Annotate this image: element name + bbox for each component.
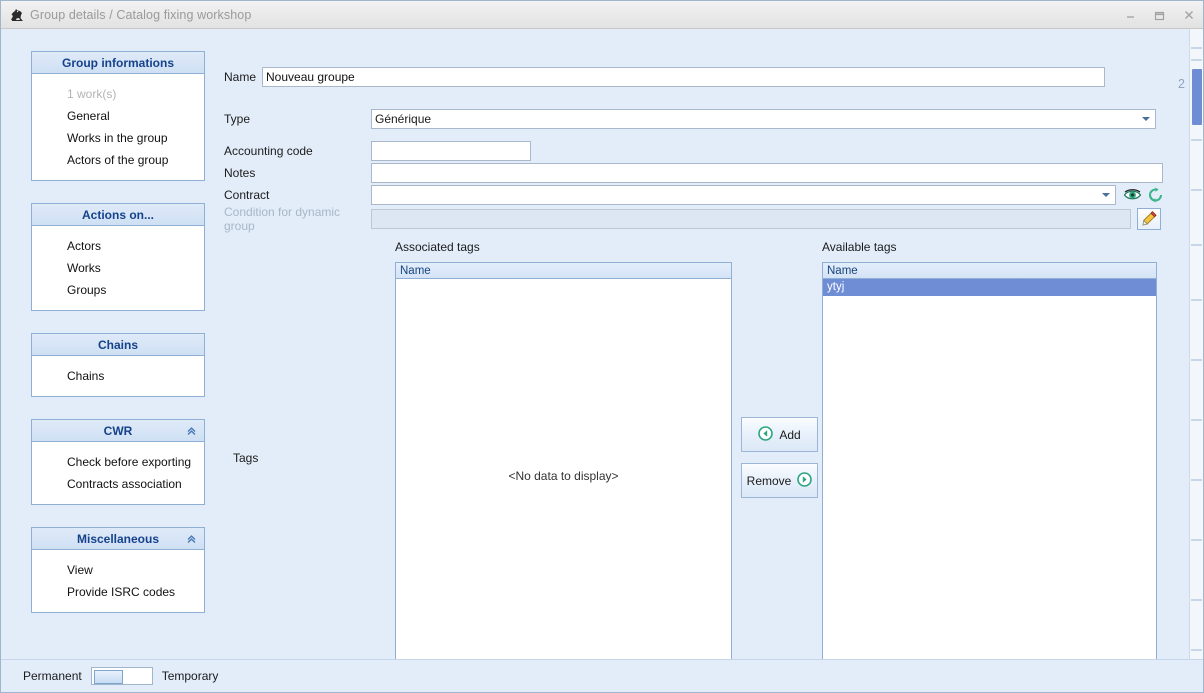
panel-body: 1 work(s) General Works in the group Act… — [32, 74, 204, 180]
panel-body: Check before exporting Contracts associa… — [32, 442, 204, 504]
panel-title: Miscellaneous — [76, 531, 160, 546]
sidebar-item-chains[interactable]: Chains — [32, 365, 204, 387]
remove-button-label: Remove — [746, 473, 792, 488]
maximize-icon[interactable] — [1145, 2, 1174, 28]
available-tags-grid[interactable]: Name ytyj — [822, 262, 1157, 659]
accounting-code-label: Accounting code — [224, 143, 313, 158]
chevron-down-icon — [1142, 116, 1150, 121]
notes-label: Notes — [224, 165, 256, 180]
accounting-code-input[interactable] — [371, 140, 531, 161]
contract-label: Contract — [224, 187, 270, 202]
panel-header-cwr[interactable]: CWR — [32, 420, 204, 442]
window-controls — [1116, 1, 1203, 29]
panel-header-actions-on[interactable]: Actions on... — [32, 204, 204, 226]
sidebar-item-view[interactable]: View — [32, 559, 204, 581]
sidebar-item-actors-of-the-group[interactable]: Actors of the group — [32, 149, 204, 171]
refresh-icon[interactable] — [1147, 187, 1164, 203]
record-counter: 2 — [1178, 77, 1185, 91]
available-tags-caption: Available tags — [822, 240, 897, 254]
field-type: Type Générique — [224, 108, 1203, 129]
associated-tags-empty-message: <No data to display> — [508, 469, 619, 483]
associated-tags-column-name[interactable]: Name — [396, 263, 731, 279]
pencil-icon[interactable] — [1137, 207, 1161, 230]
chevron-up-double-icon[interactable] — [185, 532, 198, 545]
close-icon[interactable] — [1174, 2, 1203, 28]
name-label: Name — [224, 70, 257, 84]
sidebar: Group informations 1 work(s) General Wor… — [1, 29, 219, 659]
panel-miscellaneous: Miscellaneous View Provide ISRC codes — [31, 527, 205, 613]
scrollbar-thumb[interactable] — [1192, 69, 1202, 125]
panel-actions-on: Actions on... Actors Works Groups — [31, 203, 205, 311]
panel-body: Actors Works Groups — [32, 226, 204, 310]
eye-icon[interactable] — [1123, 187, 1142, 202]
footer-bar: Permanent Temporary — [1, 659, 1203, 692]
panel-body: Chains — [32, 356, 204, 396]
main-content: Name 2 Type Générique Accounting code — [219, 29, 1203, 659]
chevron-up-double-icon[interactable] — [185, 424, 198, 437]
add-button-label: Add — [779, 427, 801, 442]
horse-icon — [7, 6, 25, 24]
associated-tags-rows: <No data to display> — [396, 279, 731, 659]
window-title: Group details / Catalog fixing workshop — [30, 7, 252, 22]
sidebar-item-general[interactable]: General — [32, 105, 204, 127]
panel-header-miscellaneous[interactable]: Miscellaneous — [32, 528, 204, 550]
tags-section-label: Tags — [233, 451, 259, 465]
panel-title: Group informations — [62, 55, 174, 70]
panel-chains: Chains Chains — [31, 333, 205, 397]
available-tags-column-name[interactable]: Name — [823, 263, 1156, 279]
panel-group-informations: Group informations 1 work(s) General Wor… — [31, 51, 205, 181]
panel-title: CWR — [103, 423, 133, 438]
type-selected-value: Générique — [375, 111, 432, 126]
associated-tags-caption: Associated tags — [395, 240, 480, 254]
notes-input[interactable] — [371, 162, 1163, 183]
contract-select[interactable] — [371, 184, 1116, 205]
sidebar-item-provide-isrc-codes[interactable]: Provide ISRC codes — [32, 581, 204, 603]
sidebar-item-actors[interactable]: Actors — [32, 235, 204, 257]
panel-cwr: CWR Check before exporting Contracts ass… — [31, 419, 205, 505]
panel-header-group-informations[interactable]: Group informations — [32, 52, 204, 74]
name-row: Name — [224, 67, 1105, 87]
minimize-icon[interactable] — [1116, 2, 1145, 28]
type-label: Type — [224, 111, 251, 126]
sidebar-item-works[interactable]: Works — [32, 257, 204, 279]
available-tags-rows: ytyj — [823, 279, 1156, 659]
arrow-right-circle-icon — [797, 471, 813, 490]
arrow-left-circle-icon — [758, 425, 774, 444]
list-item[interactable]: ytyj — [823, 279, 1156, 296]
titlebar: Group details / Catalog fixing workshop — [1, 1, 1203, 29]
type-select[interactable]: Générique — [371, 108, 1156, 129]
name-input[interactable] — [262, 67, 1105, 87]
field-accounting-code: Accounting code — [224, 140, 1203, 161]
condition-input — [371, 208, 1131, 229]
field-contract: Contract — [224, 184, 1203, 205]
sidebar-item-check-before-exporting[interactable]: Check before exporting — [32, 451, 204, 473]
vertical-scrollbar[interactable] — [1189, 29, 1203, 659]
toggle-knob[interactable] — [93, 670, 123, 684]
panel-body: View Provide ISRC codes — [32, 550, 204, 612]
associated-tags-grid[interactable]: Name <No data to display> — [395, 262, 732, 659]
permanent-label: Permanent — [23, 669, 82, 683]
remove-button[interactable]: Remove — [741, 463, 818, 498]
temporary-label: Temporary — [161, 669, 219, 683]
body-area: Group informations 1 work(s) General Wor… — [1, 29, 1203, 659]
field-notes: Notes — [224, 162, 1203, 183]
sidebar-item-contracts-association[interactable]: Contracts association — [32, 473, 204, 495]
condition-label: Condition for dynamic group — [224, 204, 341, 233]
panel-header-chains[interactable]: Chains — [32, 334, 204, 356]
chevron-down-icon — [1102, 192, 1110, 197]
panel-title: Chains — [97, 337, 138, 352]
sidebar-item-groups[interactable]: Groups — [32, 279, 204, 301]
group-details-window: Group details / Catalog fixing workshop — [0, 0, 1204, 693]
permanent-temporary-toggle[interactable] — [90, 667, 153, 685]
form-fields: Type Générique Accounting code Notes Con… — [224, 108, 1203, 233]
panel-title: Actions on... — [82, 207, 154, 222]
sidebar-item-work-count: 1 work(s) — [67, 87, 117, 101]
field-condition-dynamic-group: Condition for dynamic group — [224, 205, 1203, 233]
sidebar-item-works-in-the-group[interactable]: Works in the group — [32, 127, 204, 149]
add-button[interactable]: Add — [741, 417, 818, 452]
